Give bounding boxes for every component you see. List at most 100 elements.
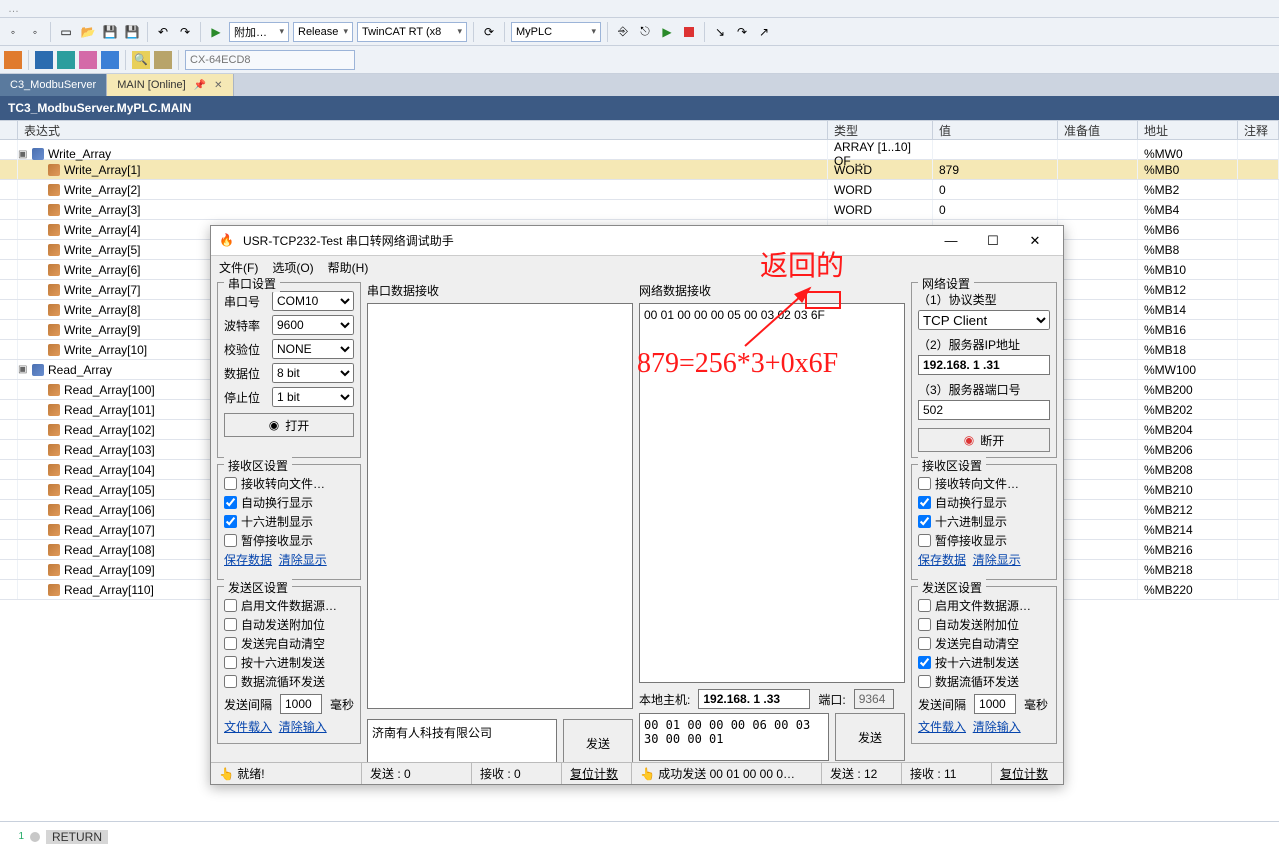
menu-options[interactable]: 选项(O) bbox=[272, 259, 313, 276]
expander-icon[interactable]: ▣ bbox=[18, 149, 28, 160]
nav-back-icon[interactable]: ◦ bbox=[4, 23, 22, 41]
var-prep[interactable] bbox=[1058, 560, 1138, 579]
var-prep[interactable] bbox=[1058, 580, 1138, 599]
redo-icon[interactable]: ↷ bbox=[176, 23, 194, 41]
serial-send-button[interactable]: 发送 bbox=[563, 719, 633, 767]
s-recv-tofile[interactable] bbox=[224, 477, 237, 490]
var-value[interactable]: 879 bbox=[933, 160, 1058, 179]
plc-dropdown[interactable]: MyPLC bbox=[511, 22, 601, 42]
table-row[interactable]: Write_Array[2]WORD0%MB2 bbox=[0, 180, 1279, 200]
s-recv-clear[interactable]: 清除显示 bbox=[279, 553, 327, 567]
var-prep[interactable] bbox=[1058, 320, 1138, 339]
var-prep[interactable] bbox=[1058, 240, 1138, 259]
stepout-icon[interactable]: ↗ bbox=[755, 23, 773, 41]
disconnect-button[interactable]: ◉ 断开 bbox=[918, 428, 1050, 452]
stopbits-select[interactable]: 1 bit bbox=[272, 387, 354, 407]
expander-icon[interactable]: ▣ bbox=[18, 364, 28, 375]
n-send-file[interactable] bbox=[918, 599, 931, 612]
open-icon[interactable]: 📂 bbox=[79, 23, 97, 41]
tab-main-online[interactable]: MAIN [Online] 📌 ✕ bbox=[107, 74, 233, 96]
s-send-clearinput[interactable]: 清除输入 bbox=[279, 720, 327, 734]
databits-select[interactable]: 8 bit bbox=[272, 363, 354, 383]
n-recv-wrap[interactable] bbox=[918, 496, 931, 509]
sq-icon-6[interactable]: 🔍 bbox=[132, 51, 150, 69]
n-recv-save[interactable]: 保存数据 bbox=[918, 553, 966, 567]
var-prep[interactable] bbox=[1058, 220, 1138, 239]
n-send-append[interactable] bbox=[918, 618, 931, 631]
sq-icon-1[interactable] bbox=[4, 51, 22, 69]
net-send-button[interactable]: 发送 bbox=[835, 713, 905, 761]
var-prep[interactable] bbox=[1058, 500, 1138, 519]
var-prep[interactable] bbox=[1058, 160, 1138, 179]
s-send-load[interactable]: 文件载入 bbox=[224, 720, 272, 734]
maximize-button[interactable]: ☐ bbox=[973, 227, 1013, 255]
sq-icon-3[interactable] bbox=[57, 51, 75, 69]
new-icon[interactable]: ▭ bbox=[57, 23, 75, 41]
s-send-append[interactable] bbox=[224, 618, 237, 631]
var-prep[interactable] bbox=[1058, 340, 1138, 359]
sq-icon-5[interactable] bbox=[101, 51, 119, 69]
sq-icon-7[interactable] bbox=[154, 51, 172, 69]
col-type[interactable]: 类型 bbox=[828, 121, 933, 139]
search-input[interactable] bbox=[185, 50, 355, 70]
var-prep[interactable] bbox=[1058, 260, 1138, 279]
s-send-interval[interactable] bbox=[280, 694, 322, 714]
config-dropdown[interactable]: Release bbox=[293, 22, 353, 42]
var-prep[interactable] bbox=[1058, 400, 1138, 419]
minimize-button[interactable]: — bbox=[931, 227, 971, 255]
misc1-icon[interactable]: ⟳ bbox=[480, 23, 498, 41]
n-send-interval[interactable] bbox=[974, 694, 1016, 714]
n-recv-tofile[interactable] bbox=[918, 477, 931, 490]
s-send-clear[interactable] bbox=[224, 637, 237, 650]
stepover-icon[interactable]: ↷ bbox=[733, 23, 751, 41]
stepinto-icon[interactable]: ↘ bbox=[711, 23, 729, 41]
nav-fwd-icon[interactable]: ◦ bbox=[26, 23, 44, 41]
s-reset-counter[interactable]: 复位计数 bbox=[561, 763, 631, 784]
menu-file[interactable]: 文件(F) bbox=[219, 259, 258, 276]
n-send-load[interactable]: 文件载入 bbox=[918, 720, 966, 734]
s-recv-hex[interactable] bbox=[224, 515, 237, 528]
dialog-titlebar[interactable]: 🔥 USR-TCP232-Test 串口转网络调试助手 — ☐ ✕ bbox=[211, 226, 1063, 256]
net-recv-textarea[interactable]: 00 01 00 00 00 05 00 03 02 03 6F bbox=[639, 303, 905, 683]
table-row[interactable]: ▣Write_ArrayARRAY [1..10] OF …%MW0 bbox=[0, 140, 1279, 160]
proto-select[interactable]: TCP Client bbox=[918, 310, 1050, 330]
baud-select[interactable]: 9600 bbox=[272, 315, 354, 335]
n-recv-clear[interactable]: 清除显示 bbox=[973, 553, 1021, 567]
n-recv-pause[interactable] bbox=[918, 534, 931, 547]
col-value[interactable]: 值 bbox=[933, 121, 1058, 139]
var-prep[interactable] bbox=[1058, 360, 1138, 379]
var-value[interactable]: 0 bbox=[933, 200, 1058, 219]
tab-modbuserver[interactable]: C3_ModbuServer bbox=[0, 74, 107, 96]
pin-icon[interactable]: 📌 bbox=[194, 80, 206, 91]
serial-send-textarea[interactable]: 济南有人科技有限公司 bbox=[367, 719, 557, 767]
serial-port-select[interactable]: COM10 bbox=[272, 291, 354, 311]
n-recv-hex[interactable] bbox=[918, 515, 931, 528]
s-send-loop[interactable] bbox=[224, 675, 237, 688]
parity-select[interactable]: NONE bbox=[272, 339, 354, 359]
stop-icon[interactable] bbox=[680, 23, 698, 41]
var-prep[interactable] bbox=[1058, 280, 1138, 299]
attach-dropdown[interactable]: 附加… bbox=[229, 22, 289, 42]
n-reset-counter[interactable]: 复位计数 bbox=[991, 763, 1063, 784]
logout-icon[interactable]: ⎋ bbox=[636, 23, 654, 41]
s-send-hex[interactable] bbox=[224, 656, 237, 669]
start-icon[interactable]: ▶ bbox=[658, 23, 676, 41]
var-prep[interactable] bbox=[1058, 540, 1138, 559]
var-prep[interactable] bbox=[1058, 180, 1138, 199]
col-addr[interactable]: 地址 bbox=[1138, 121, 1238, 139]
var-prep[interactable] bbox=[1058, 460, 1138, 479]
breakpoint-icon[interactable] bbox=[30, 832, 40, 842]
n-send-loop[interactable] bbox=[918, 675, 931, 688]
n-send-hex[interactable] bbox=[918, 656, 931, 669]
serial-open-button[interactable]: ◉ 打开 bbox=[224, 413, 354, 437]
col-comment[interactable]: 注释 bbox=[1238, 121, 1279, 139]
run-icon[interactable]: ▶ bbox=[207, 23, 225, 41]
var-prep[interactable] bbox=[1058, 420, 1138, 439]
server-port-input[interactable] bbox=[918, 400, 1050, 420]
col-expr[interactable]: 表达式 bbox=[18, 121, 828, 139]
s-recv-save[interactable]: 保存数据 bbox=[224, 553, 272, 567]
var-prep[interactable] bbox=[1058, 300, 1138, 319]
saveall-icon[interactable]: 💾 bbox=[123, 23, 141, 41]
n-send-clear[interactable] bbox=[918, 637, 931, 650]
var-prep[interactable] bbox=[1058, 380, 1138, 399]
